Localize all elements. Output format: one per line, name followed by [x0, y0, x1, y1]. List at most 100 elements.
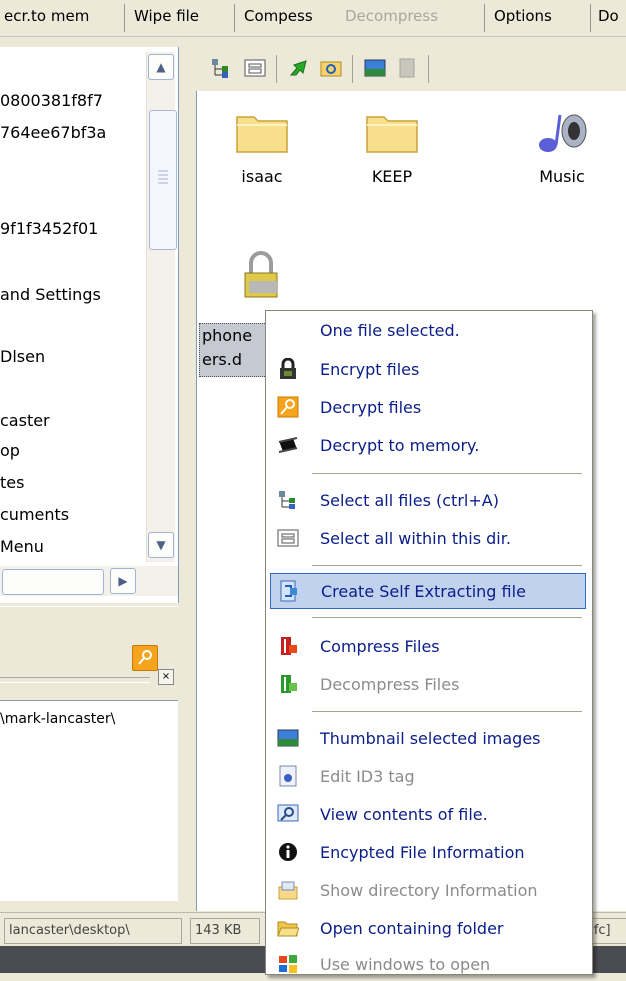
refresh-folder-icon[interactable] — [320, 57, 342, 79]
directory-info-icon — [278, 881, 298, 900]
menu-item-view-contents[interactable]: View contents of file. — [270, 797, 586, 831]
file-name: KEEP — [371, 167, 413, 186]
folder-icon — [366, 116, 418, 153]
menu-item-label: Decrypt files — [320, 397, 422, 417]
menu-decrypt-to-mem[interactable]: ecr.to mem — [4, 7, 89, 25]
key-decrypt-icon — [277, 396, 299, 418]
grip-icon — [158, 170, 168, 184]
menu-item-label: Use windows to open — [320, 954, 491, 974]
path-text: \mark-lancaster\ — [0, 711, 116, 727]
menu-header-label: One file selected. — [320, 320, 460, 340]
menu-item-label: Encrypt files — [320, 359, 420, 379]
menu-separator — [234, 4, 235, 32]
info-icon — [279, 843, 297, 861]
menu-item-use-windows-to-open: Use windows to open — [270, 947, 586, 981]
menu-compess[interactable]: Compess — [244, 7, 313, 25]
toolbar-separator — [428, 55, 429, 83]
menu-item-label: Show directory Information — [320, 880, 538, 900]
scrollbar-thumb[interactable] — [149, 110, 177, 250]
menu-header: One file selected. — [270, 313, 586, 347]
menu-bar: ecr.to mem Wipe file Compess Decompress … — [0, 0, 626, 37]
menu-item-compress-files[interactable]: Compress Files — [270, 629, 586, 663]
menu-item-label: View contents of file. — [320, 804, 488, 824]
menu-item-label: Thumbnail selected images — [320, 728, 541, 748]
menu-item-label: Select all files (ctrl+A) — [320, 490, 499, 510]
id3-tag-icon — [279, 765, 297, 787]
menu-item-label: Create Self Extracting file — [321, 581, 526, 601]
toolbar-separator — [276, 55, 277, 83]
path-text-box[interactable]: \mark-lancaster\ — [0, 700, 178, 901]
menu-separator — [312, 711, 582, 712]
tree-item[interactable]: 9f1f3452f01 — [0, 219, 98, 238]
windows-icon — [279, 955, 297, 973]
memory-chip-icon — [278, 437, 298, 453]
menu-item-open-containing-folder[interactable]: Open containing folder — [270, 911, 586, 945]
menu-item-label: Select all within this dir. — [320, 528, 511, 548]
menu-item-label: Decrypt to memory. — [320, 435, 480, 455]
menu-options[interactable]: Options — [494, 7, 552, 25]
file-item-keep[interactable]: KEEP — [337, 109, 447, 186]
menu-wipe-file[interactable]: Wipe file — [134, 7, 199, 25]
select-dir-icon — [277, 529, 299, 547]
compress-icon — [281, 637, 297, 655]
tree-item[interactable]: tes — [0, 473, 24, 492]
menu-item-label: Encypted File Information — [320, 842, 525, 862]
back-arrow-icon[interactable] — [288, 57, 310, 79]
menu-separator — [590, 4, 591, 32]
scroll-right-arrow-icon[interactable]: ▶ — [110, 568, 136, 594]
close-icon[interactable]: × — [158, 669, 174, 685]
menu-item-show-directory-info: Show directory Information — [270, 873, 586, 907]
tree-item[interactable]: cuments — [0, 505, 69, 524]
lock-encrypt-icon — [280, 358, 296, 379]
tree-horizontal-scrollbar[interactable]: ▶ — [0, 566, 178, 596]
tree-item[interactable]: and Settings — [0, 285, 101, 304]
tree-item[interactable]: caster — [0, 411, 50, 430]
menu-item-encrypted-file-info[interactable]: Encypted File Information — [270, 835, 586, 869]
menu-separator — [312, 617, 582, 618]
menu-item-select-all-within-dir[interactable]: Select all within this dir. — [270, 521, 586, 555]
tree-item[interactable]: Dlsen — [0, 347, 45, 366]
menu-item-label: Compress Files — [320, 636, 440, 656]
tree-item[interactable]: Menu — [0, 537, 44, 556]
music-note-icon — [539, 114, 587, 152]
toolbar-separator — [352, 55, 353, 83]
file-toolbar — [196, 47, 626, 91]
view-contents-icon — [277, 804, 299, 822]
context-menu: One file selected. Encrypt files Decrypt… — [265, 310, 593, 975]
select-dir-icon[interactable] — [244, 57, 266, 79]
menu-item-decrypt-files[interactable]: Decrypt files — [270, 390, 586, 424]
tree-item[interactable]: 0800381f8f7 — [0, 91, 103, 110]
file-item-music[interactable]: Music — [507, 109, 617, 186]
tree-item[interactable]: op — [0, 441, 20, 460]
scroll-down-arrow-icon[interactable]: ▼ — [148, 532, 174, 558]
menu-separator — [484, 4, 485, 32]
disabled-tool-icon — [399, 58, 415, 78]
menu-item-label: Open containing folder — [320, 918, 504, 938]
image-thumbnail-icon[interactable] — [364, 57, 386, 79]
open-folder-icon — [277, 921, 299, 937]
menu-separator — [124, 4, 125, 32]
scroll-up-arrow-icon[interactable]: ▲ — [148, 54, 174, 80]
file-item-isaac[interactable]: isaac — [207, 109, 317, 186]
menu-item-select-all-files[interactable]: Select all files (ctrl+A) — [270, 483, 586, 517]
tree-item[interactable]: 764ee67bf3a — [0, 123, 106, 142]
menu-item-encrypt-files[interactable]: Encrypt files — [270, 352, 586, 386]
menu-item-thumbnail-images[interactable]: Thumbnail selected images — [270, 721, 586, 755]
menu-do[interactable]: Do — [598, 7, 619, 25]
thumbnail-icon — [277, 729, 299, 747]
select-all-files-icon[interactable] — [210, 57, 232, 79]
file-name: isaac — [241, 167, 283, 186]
menu-item-decrypt-to-memory[interactable]: Decrypt to memory. — [270, 428, 586, 462]
menu-item-decompress-files: Decompress Files — [270, 667, 586, 701]
scrollbar-thumb[interactable] — [2, 569, 104, 595]
menu-item-label: Edit ID3 tag — [320, 766, 415, 786]
key-icon[interactable] — [132, 645, 158, 671]
folder-icon — [236, 116, 288, 153]
self-extract-icon — [280, 580, 297, 602]
select-all-icon — [279, 491, 295, 509]
panel-divider — [0, 677, 150, 683]
menu-separator — [312, 565, 582, 566]
menu-item-create-self-extracting[interactable]: Create Self Extracting file — [270, 573, 586, 609]
status-path: lancaster\desktop\ — [4, 918, 182, 944]
menu-decompress: Decompress — [345, 7, 439, 25]
